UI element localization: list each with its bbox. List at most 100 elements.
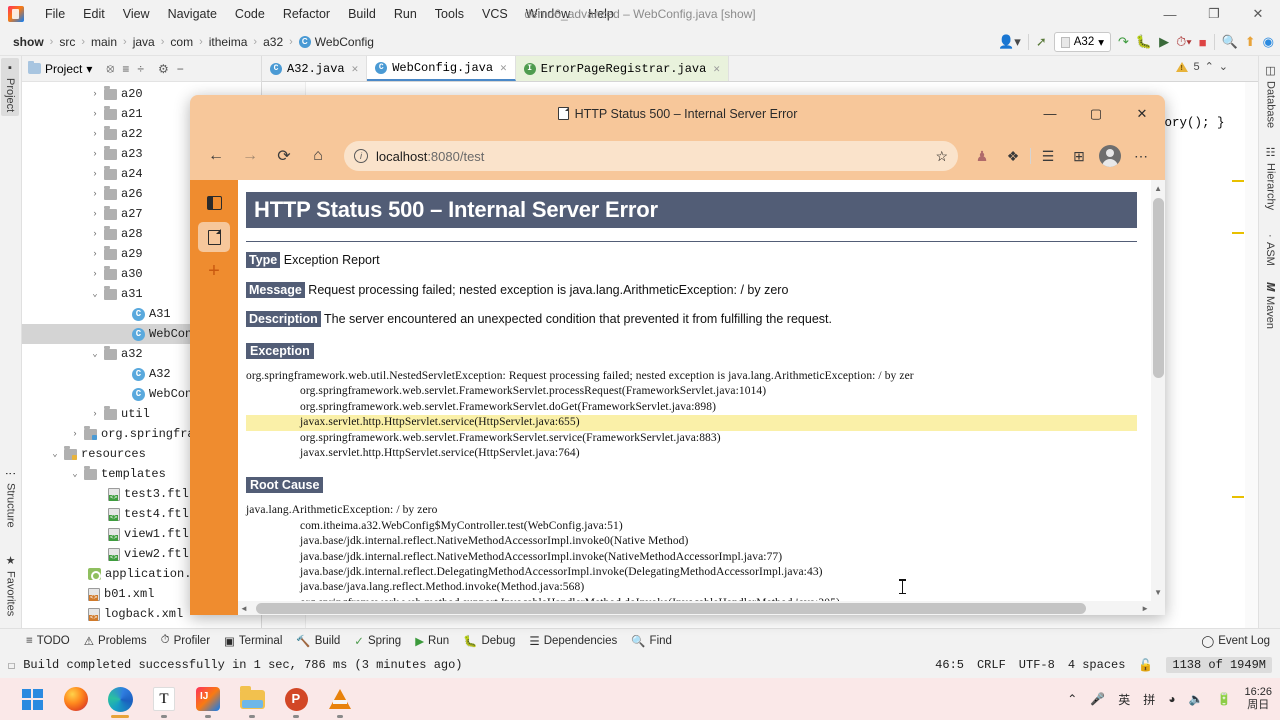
sidebar-item-asm[interactable]: · ASM [1261,230,1279,270]
browser-essentials-icon[interactable]: ❖ [999,142,1027,170]
sidebar-item-hierarchy[interactable]: ☷ Hierarchy [1261,142,1280,214]
editor-tab-webconfig[interactable]: C WebConfig.java ✕ [367,56,516,81]
run-icon[interactable]: ↷ [1118,34,1129,50]
chevron-down-icon[interactable]: ⌄ [70,469,80,479]
chevron-right-icon[interactable]: › [90,249,100,259]
scroll-up-arrow[interactable]: ▲ [1154,184,1162,193]
chevron-down-icon[interactable]: ⌄ [50,449,60,459]
editor-scrollbar[interactable] [1245,82,1258,628]
bottom-tool-problems[interactable]: ⚠ Problems [84,634,147,648]
menu-item-navigate[interactable]: Navigate [159,4,226,24]
ide-maximize-button[interactable]: ❐ [1192,0,1236,28]
run-configuration-selector[interactable]: A32 ▾ [1053,32,1111,52]
search-everywhere-icon[interactable]: 🔍 [1222,34,1238,50]
collapse-all-icon[interactable]: ≡ [122,62,129,76]
sidebar-item-structure[interactable]: ⋮ Structure [1,464,20,532]
chevron-down-icon[interactable]: ▾ [86,62,92,76]
debug-icon[interactable]: 🐛 [1136,34,1152,50]
scrollbar-thumb[interactable] [1153,198,1164,378]
browser-maximize-button[interactable]: ▢ [1073,95,1119,132]
menu-item-build[interactable]: Build [339,4,385,24]
add-favorite-icon[interactable]: ☆ [935,148,948,165]
chevron-down-icon[interactable]: ⌄ [90,289,100,299]
bottom-tool-dependencies[interactable]: ☰ Dependencies [529,634,617,648]
breadcrumb-item-main[interactable]: main [86,33,122,51]
taskbar-microsoft-edge[interactable] [106,685,134,718]
settings-more-icon[interactable]: ⋯ [1127,142,1155,170]
chevron-right-icon[interactable]: › [90,169,100,179]
chevron-right-icon[interactable]: › [90,109,100,119]
taskbar-vlc[interactable] [326,685,354,718]
breadcrumb-item-itheima[interactable]: itheima [204,33,253,51]
stop-icon[interactable]: ■ [1199,35,1207,50]
scroll-left-arrow[interactable]: ◄ [240,604,248,613]
split-screen-icon[interactable] [198,188,230,218]
chevron-right-icon[interactable]: › [90,129,100,139]
chevron-right-icon[interactable]: › [90,189,100,199]
breadcrumb-item-show[interactable]: show [8,33,49,51]
menu-item-tools[interactable]: Tools [426,4,473,24]
menu-item-code[interactable]: Code [226,4,274,24]
info-icon[interactable]: i [354,149,368,163]
scroll-right-arrow[interactable]: ► [1141,604,1149,613]
add-tab-icon[interactable]: + [198,256,230,286]
breadcrumb-item-com[interactable]: com [165,33,198,51]
chevron-right-icon[interactable]: › [70,429,80,439]
chevron-right-icon[interactable]: › [90,229,100,239]
browser-close-button[interactable]: ✕ [1119,95,1165,132]
sidebar-item-project[interactable]: ▪ Project [1,58,19,117]
bottom-tool-terminal[interactable]: ▣ Terminal [224,634,282,648]
home-button[interactable]: ⌂ [302,140,334,172]
page-horizontal-scrollbar[interactable]: ◄ ► [238,601,1151,615]
taskbar-clock[interactable]: 16:26 周日 [1244,686,1272,712]
menu-item-refactor[interactable]: Refactor [274,4,339,24]
settings-icon[interactable]: ⚙ [158,62,169,76]
menu-item-vcs[interactable]: VCS [473,4,517,24]
sidebar-item-database[interactable]: ◫ Database [1261,60,1280,132]
ide-minimize-button[interactable]: — [1148,0,1192,28]
caret-position[interactable]: 46:5 [935,658,964,672]
breadcrumb-item-src[interactable]: src [54,33,80,51]
menu-item-file[interactable]: File [36,4,74,24]
menu-item-window[interactable]: Window [517,4,579,24]
close-icon[interactable]: ✕ [352,62,359,76]
profile-avatar-icon[interactable] [1096,142,1124,170]
collections-icon[interactable]: ♟ [968,142,996,170]
menu-item-run[interactable]: Run [385,4,426,24]
back-button[interactable]: ← [200,140,232,172]
page-vertical-scrollbar[interactable]: ▲ ▼ [1151,180,1165,615]
editor-tab-errorpageregistrar[interactable]: I ErrorPageRegistrar.java ✕ [515,56,729,81]
close-icon[interactable]: ✕ [500,61,507,75]
memory-indicator[interactable]: 1138 of 1949M [1166,657,1272,673]
breadcrumb-item-a32[interactable]: a32 [258,33,288,51]
menu-item-view[interactable]: View [114,4,159,24]
bottom-tool-run[interactable]: ▶ Run [415,634,449,648]
split-screen-icon[interactable]: ☰ [1034,142,1062,170]
unlocked-icon[interactable]: 🔓 [1138,658,1153,673]
indent-setting[interactable]: 4 spaces [1068,658,1126,672]
expand-icon[interactable]: ÷ [137,62,144,76]
ime-language-indicator[interactable]: 英 [1118,691,1130,708]
taskbar-typora[interactable]: T [150,685,178,718]
locate-icon[interactable]: ⦻ [106,61,114,76]
editor-tab-a32[interactable]: C A32.java ✕ [262,56,368,81]
ide-close-button[interactable]: ✕ [1236,0,1280,28]
mic-icon[interactable]: 🎤 [1090,692,1105,706]
start-button[interactable] [18,685,46,713]
chevron-right-icon[interactable]: › [90,409,100,419]
page-reader-icon[interactable] [198,222,230,252]
scroll-down-arrow[interactable]: ▼ [1154,588,1162,597]
close-icon[interactable]: ✕ [713,62,720,76]
menu-item-edit[interactable]: Edit [74,4,114,24]
scrollbar-thumb-horizontal[interactable] [256,603,1086,614]
taskbar-powerpoint[interactable] [282,685,310,718]
sidebar-item-favorites[interactable]: ★ Favorites [1,550,20,620]
edge-run-icon[interactable]: ◉ [1263,34,1274,50]
taskbar-firefox[interactable] [62,685,90,713]
chevron-right-icon[interactable]: › [90,89,100,99]
chevron-right-icon[interactable]: › [90,149,100,159]
inspection-widget[interactable]: 5 ⌃ ⌄ [1176,60,1228,73]
line-separator[interactable]: CRLF [977,658,1006,672]
breadcrumb-item-webconfig[interactable]: C WebConfig [294,33,379,51]
bottom-tool-build[interactable]: 🔨 Build [296,634,340,648]
